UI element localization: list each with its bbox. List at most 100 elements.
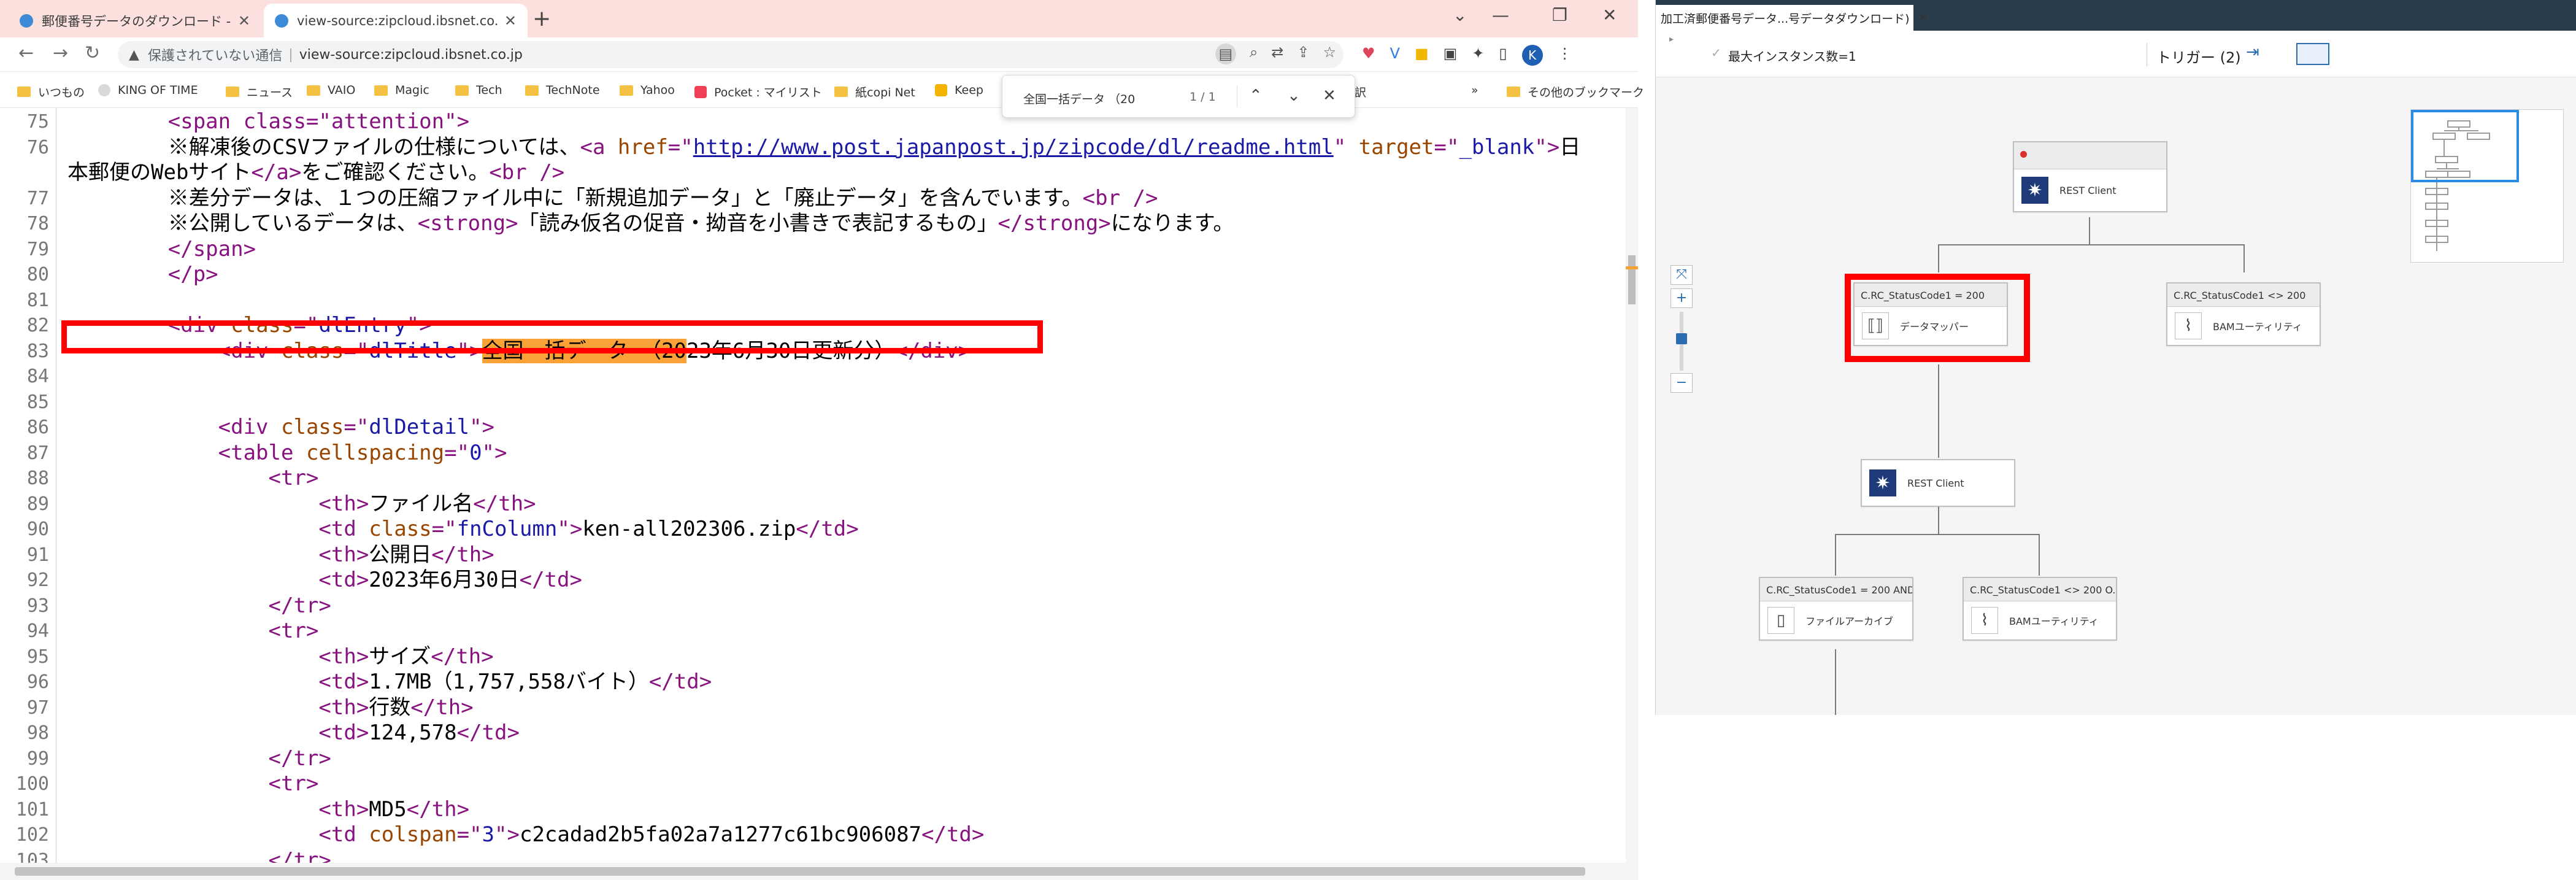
- node-condition: C.RC_StatusCode1 = 200 AND...: [1760, 578, 1912, 601]
- new-tab-icon[interactable]: +: [533, 6, 551, 31]
- source-token: cellspacing: [306, 440, 445, 465]
- expand-icon[interactable]: ▸: [1669, 34, 1674, 44]
- check-icon: ✓: [1711, 45, 1721, 60]
- bookmark-tech[interactable]: Tech: [455, 83, 502, 97]
- bookmark-yahoo[interactable]: Yahoo: [620, 83, 675, 97]
- tab-view-source[interactable]: view-source:zipcloud.ibsnet.co.jp ✕: [264, 4, 528, 37]
- tab-zipcloud-download[interactable]: 郵便番号データのダウンロード - zipclo ✕: [9, 4, 261, 37]
- zoom-icon[interactable]: ⌕: [1250, 44, 1258, 64]
- fit-view-icon[interactable]: ⤧: [1671, 265, 1693, 285]
- node-rest-client-1[interactable]: ✷ REST Client: [2013, 141, 2167, 212]
- zoom-slider-knob[interactable]: [1676, 333, 1687, 344]
- flow-designer-window: 加工済郵便番号データ...号データダウンロード) ✕ ▸ ✓ 最大インスタンス数…: [1655, 0, 2576, 715]
- close-window-icon[interactable]: ✕: [1602, 5, 1617, 25]
- bookmark-technote[interactable]: TechNote: [525, 83, 600, 97]
- v-extension-icon[interactable]: V: [1390, 45, 1400, 66]
- source-link[interactable]: http://www.post.japanpost.jp/zipcode/dl/…: [693, 135, 1334, 160]
- bookmarks-bar: いつもの KING OF TIME ニュース VAIO Magic Tech T…: [0, 72, 1644, 108]
- find-close-icon[interactable]: ✕: [1323, 87, 1336, 105]
- bookmark-vaio[interactable]: VAIO: [307, 83, 355, 97]
- node-file-archive[interactable]: C.RC_StatusCode1 = 200 AND... ▯ ファイルアーカイ…: [1759, 577, 1913, 641]
- line-number: 83: [26, 340, 49, 362]
- zoom-out-icon[interactable]: −: [1671, 373, 1693, 393]
- source-token: <td: [318, 822, 369, 847]
- flow-canvas[interactable]: ⤧ + − ✷ REST Client C.RC_StatusCode1 = 2…: [1656, 77, 2576, 715]
- bookmark-itsumono[interactable]: いつもの: [17, 83, 85, 100]
- close-tab-icon[interactable]: ✕: [1918, 11, 1928, 25]
- keep-icon[interactable]: ■: [1415, 45, 1429, 66]
- source-line: </span>: [67, 237, 256, 263]
- source-token: </tr>: [268, 847, 331, 863]
- node-bam-utility-2[interactable]: C.RC_StatusCode1 <> 200 O... ⌇ BAMユーティリテ…: [1963, 577, 2117, 641]
- bookmarks-overflow[interactable]: »: [1471, 83, 1478, 97]
- bookmark-kamicopi[interactable]: 紙copi Net: [834, 83, 915, 100]
- bookmark-other[interactable]: その他のブックマーク: [1507, 83, 1644, 100]
- minimize-icon[interactable]: —: [1492, 5, 1509, 25]
- mini-map-viewport[interactable]: [2411, 110, 2519, 182]
- source-token: <td: [318, 517, 369, 541]
- profile-avatar[interactable]: K: [1521, 45, 1543, 66]
- trigger-settings-icon[interactable]: ⇥: [2246, 43, 2259, 61]
- bookmark-magic[interactable]: Magic: [374, 83, 429, 97]
- menu-icon[interactable]: ⋮: [1558, 45, 1572, 66]
- source-token: 本郵便のWebサイト: [67, 160, 252, 185]
- close-tab-icon[interactable]: ✕: [238, 12, 250, 29]
- address-bar[interactable]: ▲ 保護されていない通信 | view-source:zipcloud.ibsn…: [118, 41, 1344, 68]
- find-icon[interactable]: ▤: [1215, 44, 1236, 64]
- close-tab-icon[interactable]: ✕: [504, 12, 517, 29]
- source-token: ※公開しているデータは、: [167, 211, 418, 236]
- forward-icon[interactable]: →: [53, 42, 68, 64]
- source-line: </tr>: [67, 746, 331, 772]
- source-token: <th>: [318, 542, 369, 567]
- source-token: <br />: [489, 160, 565, 185]
- reload-icon[interactable]: ↻: [85, 42, 100, 64]
- bookmark-translate[interactable]: 訳: [1355, 83, 1366, 100]
- bookmark-news[interactable]: ニュース: [226, 83, 293, 100]
- node-bam-utility-1[interactable]: C.RC_StatusCode1 <> 200 ⌇ BAMユーティリティ: [2166, 282, 2321, 346]
- mini-map[interactable]: [2410, 109, 2564, 263]
- restore-icon[interactable]: ❐: [1552, 5, 1567, 25]
- source-token: </th>: [431, 644, 494, 669]
- find-next-icon[interactable]: ⌄: [1287, 87, 1301, 105]
- horizontal-scrollbar[interactable]: [0, 863, 1638, 880]
- mini-map-toggle-icon[interactable]: [2296, 43, 2329, 65]
- sidepanel-icon[interactable]: ▯: [1499, 45, 1507, 66]
- line-number: 76: [26, 136, 49, 158]
- scrollbar-thumb[interactable]: [1628, 255, 1636, 304]
- bookmark-star-icon[interactable]: ☆: [1323, 44, 1336, 64]
- pocket-icon[interactable]: ♥: [1362, 45, 1375, 66]
- source-line: <td>124,578</td>: [67, 720, 520, 746]
- scrollbar-thumb[interactable]: [15, 867, 1585, 876]
- translate-icon[interactable]: ⇄: [1271, 44, 1283, 64]
- bookmark-pocket[interactable]: Pocket : マイリスト: [694, 83, 822, 100]
- node-body: ✷ REST Client: [1862, 460, 2014, 506]
- warning-icon[interactable]: ▲: [129, 47, 139, 63]
- designer-tab[interactable]: 加工済郵便番号データ...号データダウンロード) ✕: [1656, 5, 1928, 31]
- back-icon[interactable]: ←: [18, 42, 34, 64]
- zoom-slider[interactable]: [1676, 312, 1687, 371]
- max-instances-label[interactable]: 最大インスタンス数=1: [1728, 47, 1856, 64]
- puzzle-icon[interactable]: ✦: [1472, 45, 1484, 66]
- tab-search-icon[interactable]: ⌄: [1453, 5, 1467, 25]
- bookmark-king-of-time[interactable]: KING OF TIME: [98, 83, 198, 97]
- source-viewer[interactable]: 75 76 77 78 79 80 81 82 83 84 85 86 87 88 89 90 91 92 93 94…: [0, 108, 1626, 863]
- find-previous-icon[interactable]: ⌃: [1249, 87, 1263, 105]
- node-condition: C.RC_StatusCode1 <> 200 O...: [1964, 578, 2116, 601]
- line-number: 94: [26, 620, 49, 642]
- extension-icon[interactable]: ▣: [1444, 45, 1458, 66]
- share-icon[interactable]: ⇪: [1297, 44, 1309, 64]
- find-input[interactable]: 全国一括データ （20: [1023, 90, 1135, 107]
- folder-icon: [620, 85, 633, 96]
- node-rest-client-2[interactable]: ✷ REST Client: [1861, 459, 2015, 507]
- trigger-button[interactable]: トリガー (2): [2156, 45, 2241, 67]
- vertical-scrollbar[interactable]: [1626, 108, 1638, 863]
- bookmark-keep[interactable]: Keep: [935, 83, 983, 97]
- source-token: 3: [482, 822, 495, 847]
- zoom-in-icon[interactable]: +: [1671, 288, 1693, 308]
